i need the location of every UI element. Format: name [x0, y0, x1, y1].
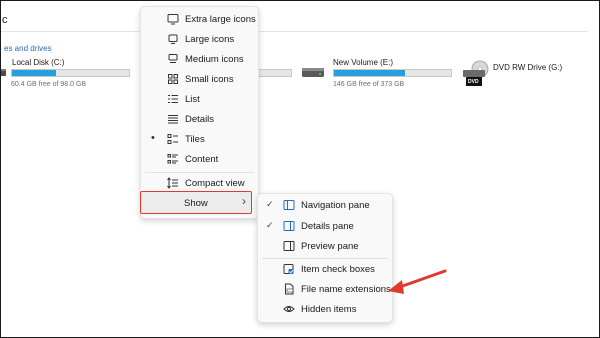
eye-icon	[283, 306, 295, 312]
monitor-small-icon	[168, 34, 178, 44]
drive-free-space: 60.4 GB free of 98.0 GB	[11, 81, 87, 88]
menu-item-medium-icons[interactable]: Medium icons	[141, 50, 258, 70]
menu-item-list[interactable]: List	[141, 90, 258, 110]
check-icon: ✓	[266, 220, 274, 230]
drive-name: New Volume (E:)	[333, 58, 394, 67]
menu-item-large-icons[interactable]: Large icons	[141, 30, 258, 50]
menu-item-show[interactable]: Show ›	[140, 191, 252, 214]
drive-name: DVD RW Drive (G:)	[493, 63, 563, 72]
file-extension-icon	[285, 283, 294, 295]
drive-usage-fill	[334, 70, 406, 76]
hard-drive-icon	[302, 68, 324, 77]
menu-separator	[262, 258, 388, 259]
dvd-badge: DVD	[468, 79, 479, 85]
details-pane-icon	[283, 221, 295, 231]
menu-item-content[interactable]: Content	[141, 150, 258, 170]
drive-name: Local Disk (C:)	[12, 58, 65, 67]
grid-medium-icon	[168, 54, 178, 63]
drive-free-space: 146 GB free of 373 GB	[333, 81, 405, 88]
group-header: es and drives	[4, 44, 52, 53]
submenu-item-preview-pane[interactable]: Preview pane	[258, 237, 392, 257]
drive-usage-fill	[12, 70, 57, 76]
submenu-item-file-name-extensions[interactable]: File name extensions	[258, 280, 392, 300]
drive-usage-bar	[11, 69, 130, 77]
submenu-item-details-pane[interactable]: ✓ Details pane	[258, 217, 392, 237]
submenu-item-navigation-pane[interactable]: ✓ Navigation pane	[258, 196, 392, 216]
menu-item-details[interactable]: Details	[141, 110, 258, 130]
submenu-item-item-check-boxes[interactable]: Item check boxes	[258, 260, 392, 280]
view-menu: Extra large icons Large icons Medium ico…	[140, 6, 259, 219]
content-icon	[167, 154, 178, 164]
address-bar[interactable]: c	[0, 12, 588, 32]
menu-item-tiles[interactable]: • Tiles	[141, 130, 258, 150]
list-icon	[168, 95, 178, 103]
chevron-right-icon: ›	[242, 194, 246, 208]
annotation-arrow	[388, 269, 447, 294]
menu-separator	[145, 172, 254, 173]
menu-item-small-icons[interactable]: Small icons	[141, 70, 258, 90]
monitor-icon	[167, 14, 179, 25]
submenu-item-hidden-items[interactable]: Hidden items	[258, 300, 392, 320]
compact-icon	[167, 177, 178, 189]
details-icon	[168, 115, 178, 124]
grid-small-icon	[168, 74, 178, 84]
address-text: c	[2, 14, 8, 26]
drive-usage-bar	[258, 69, 292, 77]
drive-usage-bar	[333, 69, 452, 77]
hard-drive-icon	[0, 69, 6, 76]
selected-bullet: •	[151, 132, 155, 144]
preview-pane-icon	[283, 241, 295, 251]
navigation-pane-icon	[283, 200, 295, 210]
checkbox-icon	[283, 264, 294, 274]
tiles-icon	[167, 134, 178, 144]
menu-item-extra-large-icons[interactable]: Extra large icons	[141, 10, 258, 30]
show-submenu: ✓ Navigation pane ✓ Details pane Preview…	[257, 193, 393, 323]
check-icon: ✓	[266, 199, 274, 209]
